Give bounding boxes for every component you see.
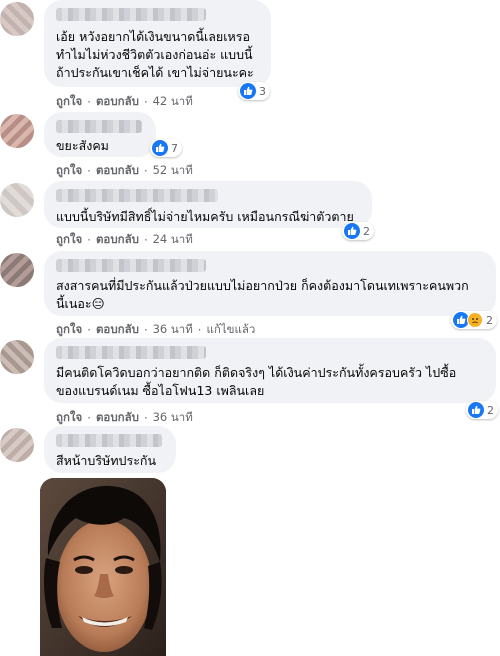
avatar[interactable] [0, 253, 34, 287]
comment-actions: ถูกใจ · ตอบกลับ · 52 นาที [56, 162, 193, 180]
comment-actions: ถูกใจ · ตอบกลับ · 36 นาที [56, 409, 193, 427]
comment-text: เอ้ย หวังอยากได้เงินขนาดนี้เลยเหรอ ทำไมไ… [56, 29, 254, 80]
timestamp[interactable]: 24 นาที [153, 231, 193, 249]
reaction-count: 3 [259, 84, 266, 98]
reaction-badge[interactable]: 3 [238, 82, 270, 100]
sad-reaction-icon [467, 312, 483, 328]
separator: · [87, 233, 91, 247]
like-link[interactable]: ถูกใจ [56, 321, 82, 339]
like-icon [152, 140, 168, 156]
reply-link[interactable]: ตอบกลับ [96, 409, 139, 427]
comment-bubble: สีหน้าบริษัทประกัน [44, 426, 176, 473]
comment-bubble: มีคนติดโควิดบอกว่าอยากติด ก็ติดจริงๆ ได้… [44, 338, 496, 403]
reaction-badge[interactable]: 7 [150, 139, 182, 157]
commenter-name-blurred[interactable] [56, 434, 162, 447]
separator: · [143, 323, 148, 337]
like-link[interactable]: ถูกใจ [56, 162, 82, 180]
comment-actions: ถูกใจ · ตอบกลับ · 42 นาที [56, 93, 193, 111]
comment-actions: ถูกใจ · ตอบกลับ · 36 นาที · แก้ไขแล้ว [56, 321, 255, 339]
reaction-badge[interactable]: 2 [451, 311, 497, 329]
comment-text: สงสารคนที่มีประกันแล้วป่วยแบบไม่อยากป่วย… [56, 278, 469, 311]
attached-photo[interactable] [40, 478, 166, 656]
like-link[interactable]: ถูกใจ [56, 231, 82, 249]
avatar[interactable] [0, 2, 34, 36]
reaction-count: 2 [363, 224, 370, 238]
separator: · [87, 323, 91, 337]
separator: · [143, 95, 148, 109]
separator: · [197, 323, 202, 337]
comment-text: ขยะสังคม [56, 138, 109, 153]
comment-text: แบบนี้บริษัทมีสิทธิ์ไม่จ่ายไหมครับ เหมือ… [56, 209, 354, 224]
comment-bubble: เอ้ย หวังอยากได้เงินขนาดนี้เลยเหรอ ทำไมไ… [44, 0, 271, 87]
comment-actions: ถูกใจ · ตอบกลับ · 24 นาที [56, 231, 193, 249]
reaction-count: 2 [486, 313, 493, 327]
separator: · [87, 411, 91, 425]
comment-bubble: แบบนี้บริษัทมีสิทธิ์ไม่จ่ายไหมครับ เหมือ… [44, 181, 372, 228]
comment-bubble: ขยะสังคม [44, 112, 156, 157]
avatar[interactable] [0, 340, 34, 374]
avatar[interactable] [0, 183, 34, 217]
separator: · [143, 164, 148, 178]
reaction-count: 2 [487, 403, 494, 417]
timestamp[interactable]: 52 นาที [153, 162, 193, 180]
reply-link[interactable]: ตอบกลับ [96, 162, 139, 180]
commenter-name-blurred[interactable] [56, 8, 206, 21]
reaction-badge[interactable]: 2 [466, 401, 498, 419]
commenter-name-blurred[interactable] [56, 120, 142, 133]
commenter-name-blurred[interactable] [56, 346, 206, 359]
timestamp[interactable]: 36 นาที [153, 321, 193, 339]
reaction-count: 7 [171, 141, 178, 155]
comment-text: มีคนติดโควิดบอกว่าอยากติด ก็ติดจริงๆ ได้… [56, 365, 457, 398]
commenter-name-blurred[interactable] [56, 259, 206, 272]
timestamp[interactable]: 36 นาที [153, 409, 193, 427]
like-icon [344, 223, 360, 239]
separator: · [87, 164, 91, 178]
like-icon [240, 83, 256, 99]
separator: · [143, 233, 148, 247]
reply-link[interactable]: ตอบกลับ [96, 231, 139, 249]
comment-text: สีหน้าบริษัทประกัน [56, 453, 157, 468]
comment-bubble: สงสารคนที่มีประกันแล้วป่วยแบบไม่อยากป่วย… [44, 251, 496, 316]
separator: · [143, 411, 148, 425]
like-icon [468, 402, 484, 418]
separator: · [87, 95, 91, 109]
edited-label[interactable]: แก้ไขแล้ว [206, 321, 255, 339]
avatar[interactable] [0, 428, 34, 462]
like-link[interactable]: ถูกใจ [56, 409, 82, 427]
reaction-badge[interactable]: 2 [342, 222, 374, 240]
like-link[interactable]: ถูกใจ [56, 93, 82, 111]
avatar[interactable] [0, 114, 34, 148]
commenter-name-blurred[interactable] [56, 189, 218, 202]
timestamp[interactable]: 42 นาที [153, 93, 193, 111]
reply-link[interactable]: ตอบกลับ [96, 93, 139, 111]
reply-link[interactable]: ตอบกลับ [96, 321, 139, 339]
person-grinning-photo [40, 478, 166, 656]
